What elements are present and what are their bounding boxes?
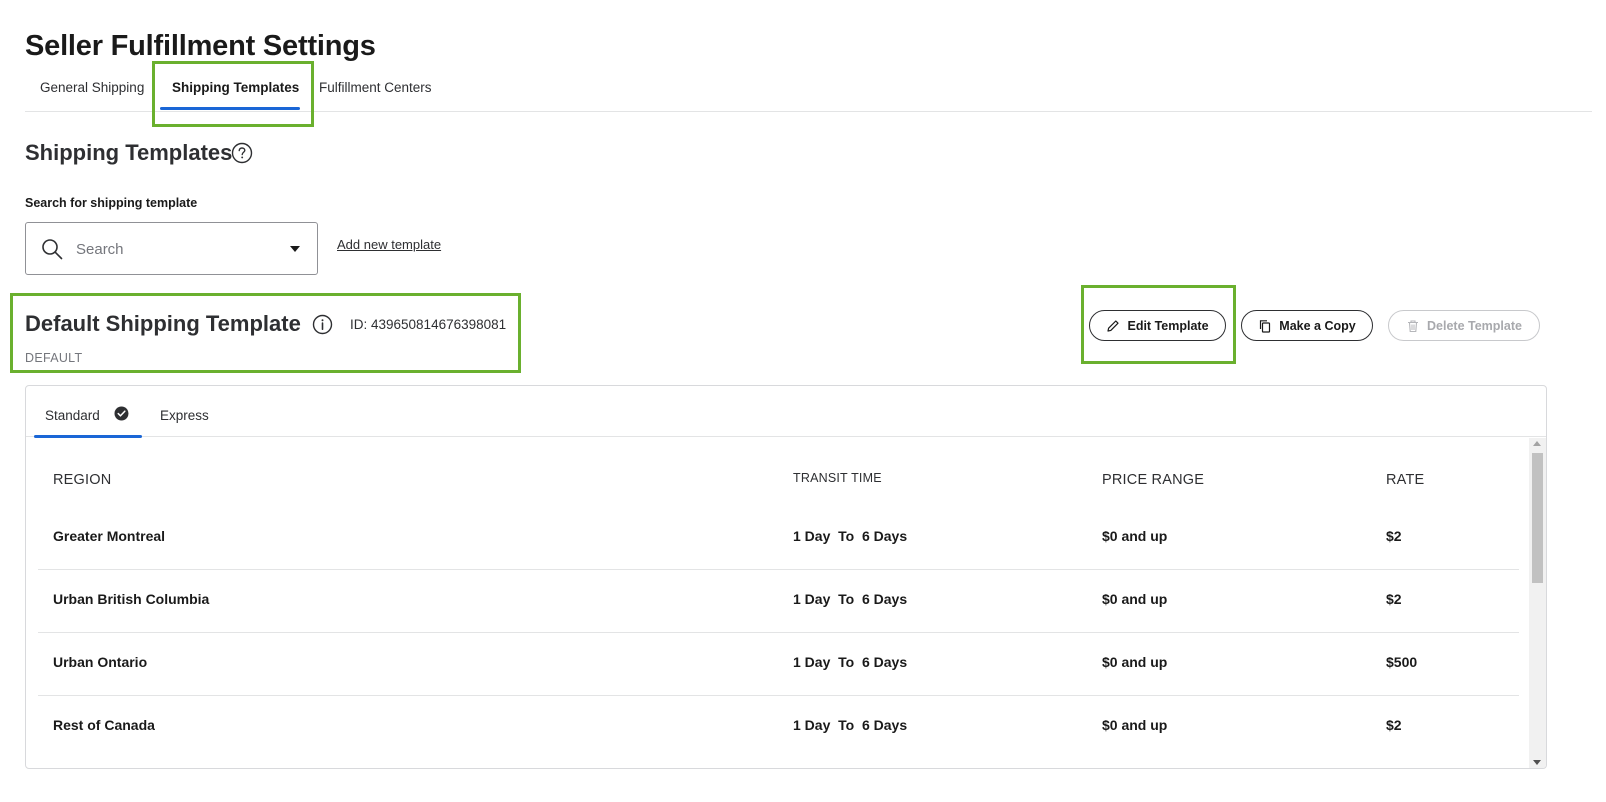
cell-region: Urban British Columbia xyxy=(53,591,210,607)
delete-template-label: Delete Template xyxy=(1427,318,1522,333)
cell-rate: $2 xyxy=(1386,591,1402,607)
search-input[interactable] xyxy=(76,235,276,263)
template-tag: DEFAULT xyxy=(25,351,83,365)
cell-price: $0 and up xyxy=(1102,654,1168,670)
cell-transit: 1 Day To 6 Days xyxy=(793,528,908,544)
scroll-up-arrow-icon[interactable] xyxy=(1533,441,1541,446)
top-tabs: General Shipping Shipping Templates Fulf… xyxy=(25,66,1592,112)
search-label: Search for shipping template xyxy=(25,196,198,210)
delete-template-button[interactable]: Delete Template xyxy=(1388,310,1540,341)
header-transit-time: TRANSIT TIME xyxy=(793,471,882,485)
header-region: REGION xyxy=(53,472,112,488)
cell-transit: 1 Day To 6 Days xyxy=(793,717,908,733)
tab-general-shipping[interactable]: General Shipping xyxy=(40,80,144,95)
copy-icon xyxy=(1260,319,1271,333)
edit-template-label: Edit Template xyxy=(1127,318,1209,333)
check-circle-icon xyxy=(114,406,129,421)
table-row: Urban Ontario 1 Day To 6 Days $0 and up … xyxy=(38,633,1519,696)
pencil-icon xyxy=(1107,319,1120,332)
add-new-template-link[interactable]: Add new template xyxy=(337,237,441,252)
cell-price: $0 and up xyxy=(1102,717,1168,733)
shipping-rates-card: Standard Express REGION TRANSIT TIME PRI… xyxy=(25,385,1547,769)
make-a-copy-button[interactable]: Make a Copy xyxy=(1241,310,1373,341)
table-row: Rest of Canada 1 Day To 6 Days $0 and up… xyxy=(38,696,1519,759)
cell-transit: 1 Day To 6 Days xyxy=(793,654,908,670)
cell-region: Rest of Canada xyxy=(53,717,155,733)
template-name: Default Shipping Template xyxy=(25,311,301,336)
scrollbar-thumb[interactable] xyxy=(1532,453,1543,583)
table-row: Greater Montreal 1 Day To 6 Days $0 and … xyxy=(38,507,1519,570)
header-rate: RATE xyxy=(1386,472,1425,488)
tab-shipping-templates[interactable]: Shipping Templates xyxy=(172,80,299,95)
tab-fulfillment-centers[interactable]: Fulfillment Centers xyxy=(319,80,432,95)
cell-rate: $2 xyxy=(1386,717,1402,733)
info-circle-icon[interactable] xyxy=(312,314,333,335)
table-row: Urban British Columbia 1 Day To 6 Days $… xyxy=(38,570,1519,633)
caret-down-icon[interactable] xyxy=(289,244,301,254)
table-scrollbar[interactable] xyxy=(1529,438,1546,768)
trash-icon xyxy=(1408,319,1419,332)
question-circle-icon[interactable] xyxy=(231,142,253,164)
tab-standard[interactable]: Standard xyxy=(45,408,100,423)
cell-region: Urban Ontario xyxy=(53,654,148,670)
active-tab-indicator xyxy=(160,107,300,110)
scroll-down-arrow-icon[interactable] xyxy=(1533,760,1541,765)
edit-template-button[interactable]: Edit Template xyxy=(1089,310,1226,341)
tab-express[interactable]: Express xyxy=(160,408,209,423)
make-a-copy-label: Make a Copy xyxy=(1279,318,1356,333)
search-icon xyxy=(42,239,63,260)
template-id: ID: 439650814676398081 xyxy=(350,317,507,332)
cell-rate: $500 xyxy=(1386,654,1418,670)
cell-price: $0 and up xyxy=(1102,528,1168,544)
method-tabs: Standard Express xyxy=(26,386,1546,438)
section-title: Shipping Templates xyxy=(25,140,233,165)
search-combobox[interactable] xyxy=(25,222,318,275)
cell-price: $0 and up xyxy=(1102,591,1168,607)
cell-rate: $2 xyxy=(1386,528,1402,544)
cell-transit: 1 Day To 6 Days xyxy=(793,591,908,607)
page-title: Seller Fulfillment Settings xyxy=(25,30,376,62)
active-method-indicator xyxy=(34,435,142,438)
cell-region: Greater Montreal xyxy=(53,528,166,544)
header-price-range: PRICE RANGE xyxy=(1102,472,1205,488)
